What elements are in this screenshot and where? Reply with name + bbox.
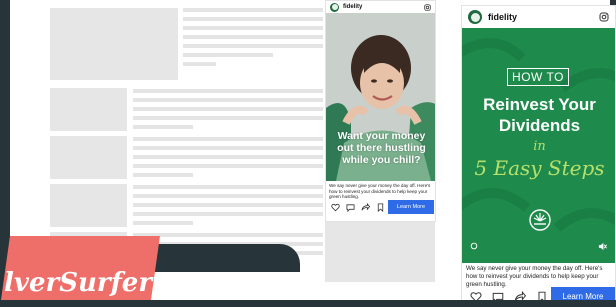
image-placeholder [50,8,178,80]
text-placeholder-line [133,89,323,93]
instagram-icon [599,12,609,22]
script-in: in [533,139,546,154]
text-placeholder-line [183,62,216,66]
text-placeholder-line [133,116,323,120]
instagram-icon [424,3,431,11]
headline-line: out there hustling [337,142,426,154]
share-icon[interactable] [361,202,370,212]
avatar [330,2,339,12]
bookmark-icon[interactable] [376,202,385,212]
text-placeholder-line [183,44,323,48]
text-placeholder-line [133,146,323,150]
image-placeholder [50,88,127,131]
text-placeholder-line [133,164,323,168]
text-placeholder-line [183,53,273,57]
mute-icon[interactable] [598,242,607,251]
image-placeholder [325,222,435,282]
bottom-bar [0,300,616,307]
text-placeholder-line [133,212,323,216]
text-placeholder-line [183,26,323,30]
learn-more-button[interactable]: Learn More [388,200,434,214]
text-placeholder-line [133,185,323,189]
sponsored-post-large: fidelity HOW TO Reinvest Your Dividends … [461,5,616,307]
ad-title: Reinvest Your Dividends [462,94,615,136]
comment-icon[interactable] [346,203,355,212]
script-steps: 5 Easy Steps [474,156,605,180]
heart-icon[interactable] [331,203,340,212]
title-line: Reinvest Your [483,95,596,114]
fidelity-logo-icon [529,209,551,231]
text-placeholder-line [133,203,323,207]
text-placeholder-line [133,107,323,111]
how-to-badge: HOW TO [507,68,569,86]
ad-headline: Want your money out there hustling while… [326,130,435,166]
settings-icon[interactable] [470,242,478,250]
text-placeholder-line [133,137,323,141]
post-header: fidelity [462,6,615,28]
brand-name: fidelity [488,12,518,22]
post-caption: We say never give your money the day off… [329,183,431,200]
logo-text: lverSurfer [4,268,153,298]
sponsored-post-small: fidelity Want your money out there hustl… [325,0,436,222]
post-caption: We say never give your money the day off… [466,265,603,288]
image-placeholder [50,184,127,227]
text-placeholder-line [183,17,323,21]
image-placeholder [50,136,127,179]
headline-line: Want your money [337,130,426,142]
text-placeholder-line [183,8,323,12]
text-placeholder-line [133,125,193,129]
headline-line: while you chill? [342,154,421,166]
ad-image: HOW TO Reinvest Your Dividends in 5 Easy… [462,28,615,263]
text-placeholder-line [133,194,323,198]
text-placeholder-line [133,173,193,177]
post-header: fidelity [326,1,435,13]
text-placeholder-line [183,35,323,39]
text-placeholder-line [133,155,323,159]
post-actions: Learn More [331,200,434,214]
text-placeholder-line [133,233,323,237]
title-line: Dividends [498,116,581,135]
avatar [468,10,482,24]
ad-image: Want your money out there hustling while… [326,13,435,181]
text-placeholder-line [133,98,323,102]
text-placeholder-line [133,221,193,225]
brand-name: fidelity [343,4,363,10]
